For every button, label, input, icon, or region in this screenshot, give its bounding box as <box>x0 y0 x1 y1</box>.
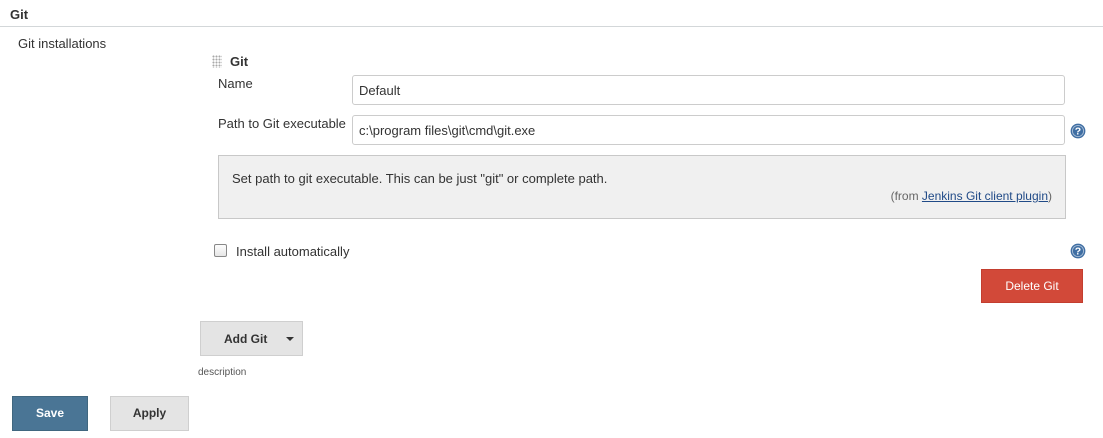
help-from-prefix: (from <box>890 189 922 203</box>
help-icon[interactable]: ? <box>1070 123 1086 139</box>
path-label: Path to Git executable <box>218 116 346 131</box>
name-input[interactable] <box>352 75 1065 105</box>
save-button[interactable]: Save <box>12 396 88 431</box>
help-text: Set path to git executable. This can be … <box>232 171 608 186</box>
help-icon[interactable]: ? <box>1070 243 1086 259</box>
path-input[interactable] <box>352 115 1065 145</box>
add-git-button[interactable]: Add Git <box>200 321 303 356</box>
apply-button[interactable]: Apply <box>110 396 189 431</box>
svg-text:?: ? <box>1075 126 1081 138</box>
git-config-page: Git Git installations Git Name Path to G… <box>0 0 1103 438</box>
path-help-box: Set path to git executable. This can be … <box>218 155 1066 219</box>
delete-git-button[interactable]: Delete Git <box>981 269 1083 303</box>
section-title: Git <box>10 7 29 22</box>
svg-text:?: ? <box>1075 246 1081 258</box>
git-installations-label: Git installations <box>18 36 107 51</box>
plugin-link[interactable]: Jenkins Git client plugin <box>922 189 1048 203</box>
drag-handle-icon[interactable] <box>212 55 222 68</box>
help-from-suffix: ) <box>1048 189 1052 203</box>
add-git-label: Add Git <box>224 332 268 346</box>
description-label: description <box>198 367 247 378</box>
installation-block-title: Git <box>230 54 249 69</box>
caret-down-icon <box>286 337 294 341</box>
install-automatically-label[interactable]: Install automatically <box>236 244 349 259</box>
name-label: Name <box>218 76 253 91</box>
section-header: Git <box>0 0 1103 27</box>
help-source: (from Jenkins Git client plugin) <box>891 189 1052 203</box>
install-automatically-checkbox[interactable] <box>214 244 227 257</box>
